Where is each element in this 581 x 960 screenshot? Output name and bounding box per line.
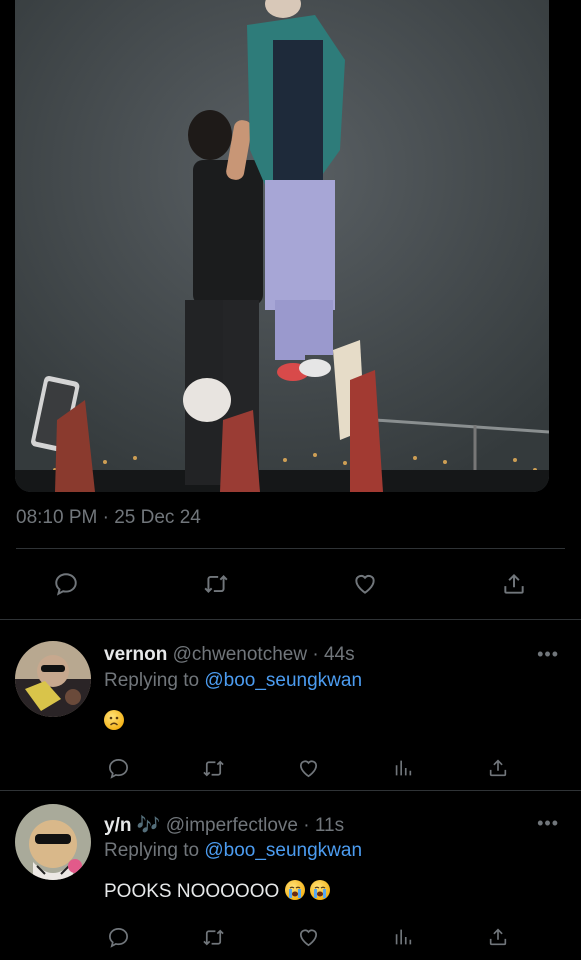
retweet-icon: [204, 575, 228, 593]
display-name[interactable]: y/n: [104, 815, 131, 836]
retweet-button[interactable]: [200, 568, 232, 600]
more-options-button[interactable]: •••: [537, 644, 559, 665]
like-button[interactable]: [294, 754, 322, 782]
views-button[interactable]: [389, 923, 417, 951]
retweet-icon: [202, 929, 224, 945]
name-badge-icon: 🎶: [136, 815, 161, 836]
tweet-timestamp: 08:10 PM · 25 Dec 24: [16, 507, 201, 528]
user-handle[interactable]: @chwenotchew: [173, 644, 307, 665]
reply-button[interactable]: [50, 568, 82, 600]
replying-to-line: Replying to @boo_seungkwan: [104, 840, 362, 862]
user-handle[interactable]: @imperfectlove: [166, 815, 298, 836]
replying-prefix: Replying to: [104, 840, 200, 861]
share-icon: [489, 759, 507, 777]
crying-face-emoji-icon: [284, 880, 305, 900]
crying-face-emoji-icon: [309, 880, 330, 900]
reply-body: POOKS NOOOOOO: [104, 880, 330, 903]
reply-button[interactable]: [104, 754, 132, 782]
mention-link[interactable]: @boo_seungkwan: [204, 840, 362, 861]
replying-prefix: Replying to: [104, 670, 200, 691]
reply-tweet[interactable]: vernon @chwenotchew · 44s ••• Replying t…: [0, 620, 581, 790]
divider: [16, 548, 565, 549]
heart-icon: [299, 929, 317, 946]
retweet-button[interactable]: [199, 754, 227, 782]
bar-chart-icon: [395, 929, 412, 945]
share-button[interactable]: [498, 568, 530, 600]
share-icon: [489, 928, 507, 946]
display-name[interactable]: vernon: [104, 644, 167, 665]
heart-icon: [355, 574, 375, 594]
bar-chart-icon: [395, 760, 412, 776]
reply-body: [104, 710, 124, 733]
like-button[interactable]: [294, 923, 322, 951]
retweet-button[interactable]: [199, 923, 227, 951]
speech-bubble-icon: [108, 758, 128, 779]
avatar[interactable]: [15, 641, 91, 717]
avatar[interactable]: [15, 804, 91, 880]
share-button[interactable]: [484, 923, 512, 951]
heart-icon: [299, 760, 317, 777]
worried-face-emoji-icon: [104, 710, 124, 730]
replying-to-line: Replying to @boo_seungkwan: [104, 670, 362, 692]
reply-time: · 11s: [303, 815, 345, 836]
views-button[interactable]: [389, 754, 417, 782]
share-icon: [504, 573, 524, 594]
more-options-button[interactable]: •••: [537, 813, 559, 834]
reply-button[interactable]: [104, 923, 132, 951]
reply-text: POOKS NOOOOOO: [104, 881, 280, 902]
tweet-photo[interactable]: [15, 0, 549, 492]
like-button[interactable]: [349, 568, 381, 600]
reply-tweet[interactable]: y/n 🎶 @imperfectlove · 11s ••• Replying …: [0, 791, 581, 960]
share-button[interactable]: [484, 754, 512, 782]
avatar-image: [15, 641, 91, 717]
retweet-icon: [202, 760, 224, 776]
mention-link[interactable]: @boo_seungkwan: [204, 670, 362, 691]
avatar-image: [15, 804, 91, 880]
speech-bubble-icon: [108, 927, 128, 948]
reply-time: · 44s: [312, 644, 355, 665]
concert-photo-image: [15, 0, 549, 492]
speech-bubble-icon: [55, 573, 77, 596]
